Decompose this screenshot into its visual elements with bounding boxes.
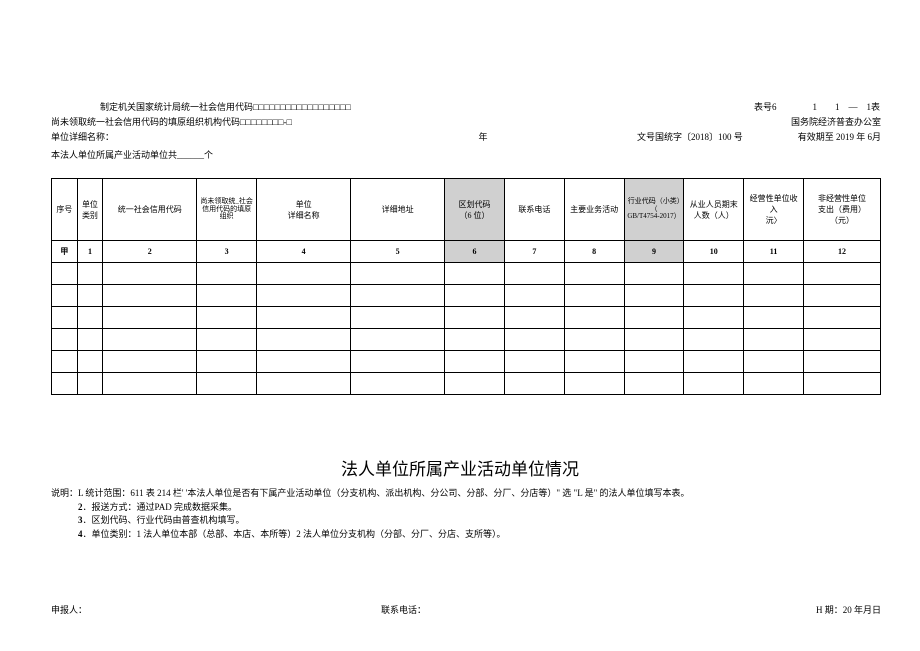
header-row-3: 单位详细名称： 年 有效期至 2019 年 6月 文号国统字〔2018〕100 …: [51, 130, 881, 143]
idx-12: 12: [803, 241, 880, 263]
date-label: H 期：20 年月日: [816, 603, 881, 616]
table-row: [52, 329, 881, 351]
table-header-row: 序号 单位类别 统一社会信用代码 尚未领取统_社会信用代码的填原组织 单位 详细…: [52, 179, 881, 241]
idx-1: 1: [77, 241, 103, 263]
idx-a: 甲: [52, 241, 78, 263]
main-table-container: 序号 单位类别 统一社会信用代码 尚未领取统_社会信用代码的填原组织 单位 详细…: [51, 178, 881, 395]
page-title: 法人单位所属产业活动单位情况: [0, 455, 920, 480]
col-staff: 从业人员期末人数（人）: [684, 179, 744, 241]
form-number-right: 表号6 1 1 — 1表: [754, 100, 880, 113]
idx-7: 7: [504, 241, 564, 263]
idx-3: 3: [197, 241, 257, 263]
col-fallback: 尚未领取统_社会信用代码的填原组织: [197, 179, 257, 241]
valid-until: 有效期至 2019 年 6月: [798, 130, 881, 143]
idx-2: 2: [103, 241, 197, 263]
idx-8: 8: [564, 241, 624, 263]
col-phone: 联系电话: [504, 179, 564, 241]
col-income: 经营性单位收入 沅〉: [744, 179, 804, 241]
idx-11: 11: [744, 241, 804, 263]
header-row-1: 制定机关国家统计局统一社会信用代码□□□□□□□□□□□□□□□□□□ 表号6 …: [100, 100, 880, 113]
idx-5: 5: [351, 241, 445, 263]
table-row: [52, 285, 881, 307]
col-industry: 行业代码（小类）（ GB/T4754-2017）: [624, 179, 684, 241]
note-3: 3．区划代码、行业代码由普查机构填写。: [51, 514, 690, 528]
header-row-2: 尚未领取统一社会信用代码的填原组织机构代码□□□□□□□□-□ 国务院经济普查办…: [51, 115, 881, 128]
note-4: 4．单位类别：1 法人单位本部（总部、本店、本所等）2 法人单位分支机构（分部、…: [51, 528, 690, 542]
note-1: 说明：L 统计范围：611 表 214 栏' '本法人单位是否有下属产业活动单位…: [51, 487, 690, 501]
note-2: 2．报送方式：通过PAD 完成数据采集。: [51, 501, 690, 515]
idx-4: 4: [257, 241, 351, 263]
footer-row: 申报人： 联系电话： H 期：20 年月日: [51, 603, 881, 616]
table-row: [52, 351, 881, 373]
year-char: 年: [479, 132, 488, 142]
col-name: 单位 详细名称: [257, 179, 351, 241]
col-category: 单位类别: [77, 179, 103, 241]
idx-9: 9: [624, 241, 684, 263]
issuing-authority: 制定机关国家统计局统一社会信用代码□□□□□□□□□□□□□□□□□□: [100, 102, 351, 112]
idx-10: 10: [684, 241, 744, 263]
col-address: 详细地址: [351, 179, 445, 241]
unit-name-label: 单位详细名称：: [51, 132, 114, 142]
contact-phone-label: 联系电话：: [381, 603, 426, 616]
table-row: [52, 307, 881, 329]
doc-no: 文号国统字〔2018〕100 号: [637, 130, 743, 143]
supervisor-office: 国务院经济普查办公室: [791, 115, 881, 128]
table-row: [52, 263, 881, 285]
fallback-code-line: 尚未领取统一社会信用代码的填原组织机构代码□□□□□□□□-□: [51, 117, 292, 127]
col-business: 主要业务活动: [564, 179, 624, 241]
col-expense: 非经营性单位 支出（费用） （元）: [803, 179, 880, 241]
table-index-row: 甲 1 2 3 4 5 6 7 8 9 10 11 12: [52, 241, 881, 263]
main-table: 序号 单位类别 统一社会信用代码 尚未领取统_社会信用代码的填原组织 单位 详细…: [51, 178, 881, 395]
sub-units-count: 本法人单位所属产业活动单位共______个: [51, 148, 213, 161]
col-region: 区划代码 （6 位）: [445, 179, 505, 241]
notes-block: 说明：L 统计范围：611 表 214 栏' '本法人单位是否有下属产业活动单位…: [51, 487, 690, 541]
col-seq: 序号: [52, 179, 78, 241]
col-uscc: 统一社会信用代码: [103, 179, 197, 241]
table-row: [52, 373, 881, 395]
idx-6: 6: [445, 241, 505, 263]
reporter-label: 申报人：: [51, 605, 87, 615]
